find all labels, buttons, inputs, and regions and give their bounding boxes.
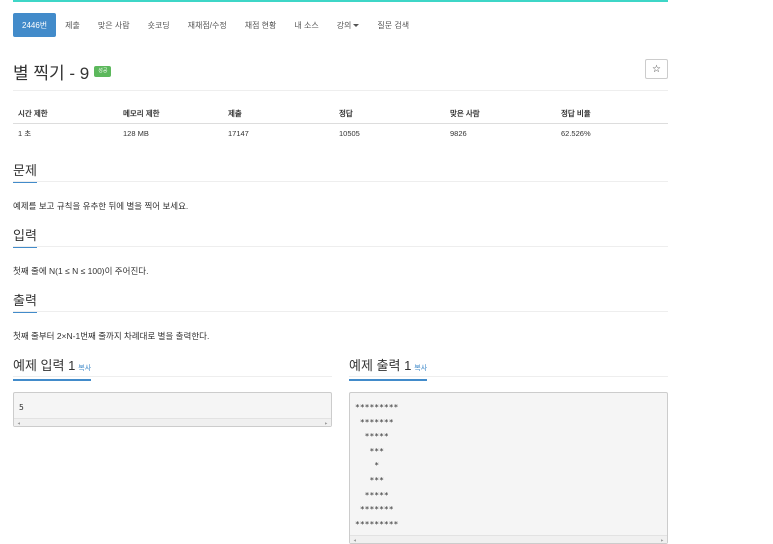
table-row: 1 초 128 MB 17147 10505 9826 62.526% — [13, 124, 668, 144]
title-divider — [13, 90, 668, 91]
section-divider — [13, 181, 668, 182]
nav-tab-rejudge[interactable]: 재채점/수정 — [179, 13, 236, 37]
status-badge: 성공 — [94, 65, 112, 77]
sample-input-box[interactable]: 5 ◂ ▸ — [13, 392, 332, 427]
section-divider — [13, 246, 668, 247]
top-accent-line — [13, 0, 668, 2]
scroll-left-icon[interactable]: ◂ — [17, 420, 21, 427]
scroll-left-icon[interactable]: ◂ — [353, 537, 357, 544]
memory-limit-value: 128 MB — [123, 129, 149, 139]
table-header-ratio: 정답 비율 — [556, 104, 668, 124]
copy-sample-input-link[interactable]: 복사 — [78, 365, 91, 372]
input-section-header: 입력 — [13, 227, 668, 248]
output-heading: 출력 — [13, 293, 37, 313]
sample-output-header: 예제 출력 1 복사 — [349, 357, 668, 381]
nav-tab-submit[interactable]: 제출 — [56, 13, 89, 37]
sample-input-heading: 예제 입력 1 복사 — [13, 358, 92, 381]
section-divider — [13, 376, 332, 377]
table-header-memory-limit: 메모리 제한 — [118, 104, 223, 124]
table-header-accepted: 정답 — [334, 104, 445, 124]
input-heading: 입력 — [13, 228, 37, 248]
sample-input-header: 예제 입력 1 복사 — [13, 357, 332, 381]
page-title: 별 찍기 - 9 — [13, 63, 90, 83]
sample-output-label: 예제 출력 1 — [349, 358, 412, 373]
table-header-row: 시간 제한 메모리 제한 제출 정답 맞은 사람 정답 비율 — [13, 104, 668, 124]
star-icon: ☆ — [652, 63, 661, 75]
nav-tab-lecture-label: 강의 — [336, 20, 352, 30]
sample-output-content: ********* ******* ***** *** * *** ***** … — [355, 403, 399, 529]
nav-tab-status[interactable]: 채점 현황 — [236, 13, 286, 37]
sample-output-heading: 예제 출력 1 복사 — [349, 358, 428, 381]
output-section-header: 출력 — [13, 292, 668, 313]
ratio-value: 62.526% — [561, 129, 591, 139]
nav-tab-question-search[interactable]: 질문 검색 — [368, 13, 418, 37]
submissions-value: 17147 — [228, 129, 249, 139]
favorite-button[interactable]: ☆ — [645, 59, 668, 79]
title-row: 별 찍기 - 9 성공 ☆ — [13, 59, 668, 83]
section-divider — [349, 376, 668, 377]
nav-tab-my-source[interactable]: 내 소스 — [285, 13, 327, 37]
table-header-time-limit: 시간 제한 — [13, 104, 118, 124]
solved-users-value: 9826 — [450, 129, 467, 139]
problem-heading: 문제 — [13, 163, 37, 183]
horizontal-scrollbar[interactable]: ◂ ▸ — [14, 418, 331, 427]
sample-input-label: 예제 입력 1 — [13, 358, 76, 373]
copy-sample-output-link[interactable]: 복사 — [414, 365, 427, 372]
horizontal-scrollbar[interactable]: ◂ ▸ — [350, 535, 667, 544]
nav-tab-solved-users[interactable]: 맞은 사람 — [89, 13, 139, 37]
scroll-right-icon[interactable]: ▸ — [660, 537, 664, 544]
caret-down-icon — [353, 23, 360, 27]
problem-section-header: 문제 — [13, 162, 668, 183]
accepted-value: 10505 — [339, 129, 360, 139]
output-description: 첫째 줄부터 2×N-1번째 줄까지 차례대로 별을 출력한다. — [13, 331, 210, 341]
input-description: 첫째 줄에 N(1 ≤ N ≤ 100)이 주어진다. — [13, 266, 149, 276]
problem-nav: 2446번 제출 맞은 사람 숏코딩 재채점/수정 채점 현황 내 소스 강의 … — [13, 13, 418, 37]
nav-tab-problem[interactable]: 2446번 — [13, 13, 57, 37]
scroll-right-icon[interactable]: ▸ — [324, 420, 328, 427]
sample-output-box[interactable]: ********* ******* ***** *** * *** ***** … — [349, 392, 668, 544]
section-divider — [13, 311, 668, 312]
time-limit-value: 1 초 — [18, 129, 32, 139]
nav-tab-lecture[interactable]: 강의 — [328, 13, 369, 37]
table-header-submissions: 제출 — [223, 104, 334, 124]
problem-description: 예제를 보고 규칙을 유추한 뒤에 별을 찍어 보세요. — [13, 201, 189, 211]
table-header-solved-users: 맞은 사람 — [445, 104, 556, 124]
problem-info-table: 시간 제한 메모리 제한 제출 정답 맞은 사람 정답 비율 1 초 128 M… — [13, 104, 668, 144]
nav-tab-short-coding[interactable]: 숏코딩 — [139, 13, 179, 37]
